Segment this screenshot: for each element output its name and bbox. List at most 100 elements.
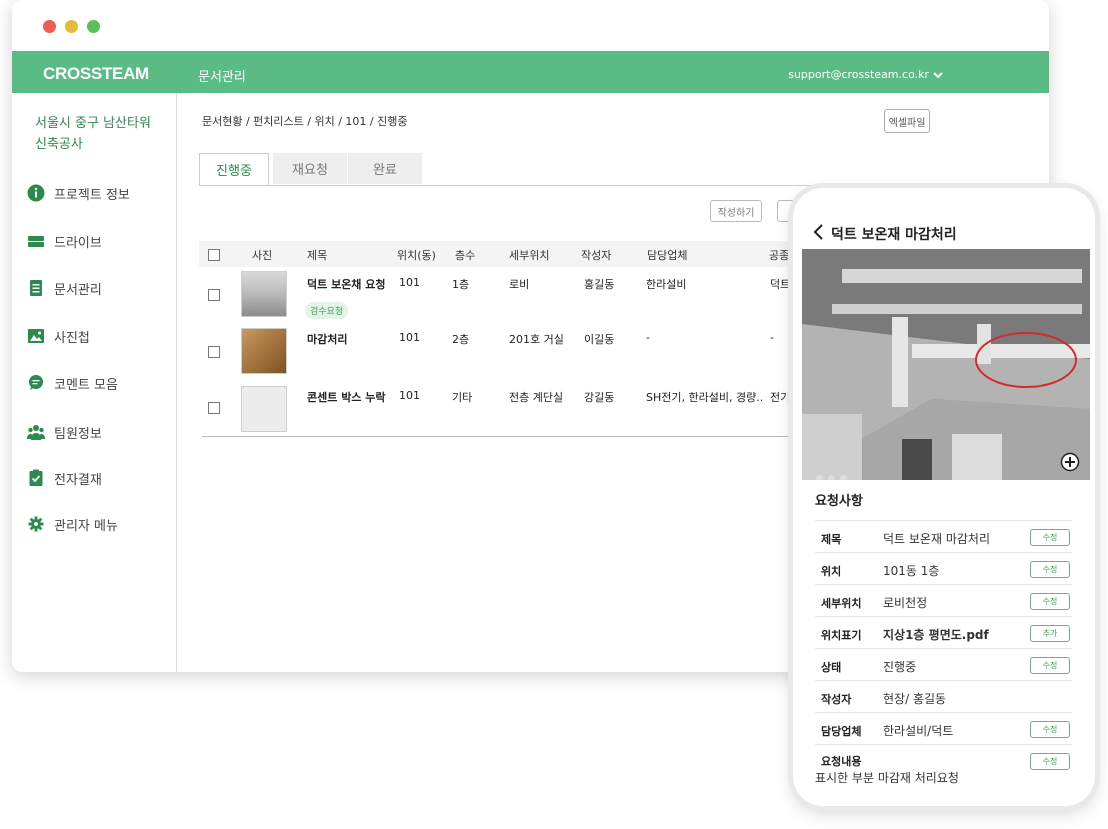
edit-button[interactable]: 수정 — [1030, 529, 1070, 546]
column-header-title[interactable]: 제목 — [307, 247, 327, 263]
detail-row-location: 위치 101동 1층 수정 — [815, 552, 1072, 585]
row-company: SH전기, 한라설비, 경량.. — [646, 391, 764, 404]
detail-label: 제목 — [821, 533, 842, 546]
sidebar: 서울시 중구 남산타워 신축공사 프로젝트 정보 드라이브 문서관리 사진첩 코… — [12, 93, 177, 672]
edit-button[interactable]: 수정 — [1030, 721, 1070, 738]
detail-label: 상태 — [821, 661, 842, 674]
sidebar-item-label: 팀원정보 — [54, 426, 102, 442]
detail-label: 작성자 — [821, 693, 852, 706]
edit-button[interactable]: 수정 — [1030, 657, 1070, 674]
row-floor: 1층 — [452, 278, 470, 291]
select-all-checkbox[interactable] — [208, 249, 220, 261]
detail-value: 101동 1층 — [883, 564, 940, 578]
request-section-title: 요청사항 — [815, 494, 863, 509]
row-floor: 2층 — [452, 333, 470, 346]
detail-value: 표시한 부분 마감재 처리요청 — [815, 771, 959, 785]
detail-label: 위치표기 — [821, 629, 862, 642]
issue-photo[interactable] — [802, 249, 1090, 480]
column-header-author[interactable]: 작성자 — [581, 247, 611, 263]
add-button[interactable]: 추가 — [1030, 625, 1070, 642]
row-detail-location: 201호 거실 — [509, 333, 564, 346]
row-checkbox[interactable] — [208, 346, 220, 358]
comment-icon — [27, 374, 45, 392]
column-header-detail-location[interactable]: 세부위치 — [509, 247, 549, 263]
row-thumbnail[interactable] — [241, 271, 287, 317]
title-bar — [12, 0, 1049, 51]
detail-label: 요청내용 — [821, 755, 862, 768]
row-dong: 101 — [399, 276, 420, 289]
detail-row-status: 상태 진행중 수정 — [815, 648, 1072, 681]
detail-row-title: 제목 덕트 보온재 마감처리 수정 — [815, 520, 1072, 553]
row-title[interactable]: 마감처리 — [307, 331, 347, 347]
chevron-down-icon[interactable] — [933, 70, 943, 80]
phone-header: 덕트 보온재 마감처리 — [793, 218, 1095, 248]
maximize-window-button[interactable] — [87, 20, 100, 33]
row-thumbnail[interactable] — [241, 328, 287, 374]
close-window-button[interactable] — [43, 20, 56, 33]
phone-title: 덕트 보온재 마감처리 — [831, 227, 957, 243]
sidebar-item-label: 문서관리 — [54, 282, 102, 298]
sidebar-item-approval[interactable]: 전자결재 — [27, 468, 102, 488]
breadcrumb[interactable]: 문서현황 / 펀치리스트 / 위치 / 101 / 진행중 — [202, 113, 407, 129]
sidebar-item-drive[interactable]: 드라이브 — [27, 231, 102, 251]
write-button[interactable]: 작성하기 — [710, 200, 762, 222]
row-checkbox[interactable] — [208, 289, 220, 301]
sidebar-item-documents[interactable]: 문서관리 — [27, 278, 102, 298]
row-detail-location: 로비 — [509, 278, 530, 291]
photo-illustration — [802, 249, 1090, 480]
tab-in-progress[interactable]: 진행중 — [199, 153, 269, 186]
detail-row-content: 요청내용 표시한 부분 마감재 처리요청 수정 — [815, 744, 1072, 793]
tab-rerequest[interactable]: 재요청 — [273, 153, 347, 184]
photo-pager[interactable] — [816, 467, 852, 480]
row-thumbnail[interactable] — [241, 386, 287, 432]
row-trade: 덕트 — [770, 278, 791, 291]
row-title[interactable]: 덕트 보온채 요청 — [307, 276, 386, 292]
column-header-floor[interactable]: 층수 — [455, 247, 475, 263]
approval-icon — [27, 469, 45, 487]
document-icon — [27, 279, 45, 297]
edit-button[interactable]: 수정 — [1030, 753, 1070, 770]
detail-label: 세부위치 — [821, 597, 862, 610]
column-header-photo: 사진 — [252, 249, 273, 262]
sidebar-item-photos[interactable]: 사진첩 — [27, 326, 90, 346]
detail-value: 한라설비/덕트 — [883, 724, 954, 738]
detail-row-detail-location: 세부위치 로비천정 수정 — [815, 584, 1072, 617]
edit-button[interactable]: 수정 — [1030, 593, 1070, 610]
row-detail-location: 전층 계단실 — [509, 391, 564, 404]
column-header-dong[interactable]: 위치(동) — [397, 247, 436, 263]
detail-row-location-mark: 위치표기 지상1층 평면도.pdf 추가 — [815, 616, 1072, 649]
row-floor: 기타 — [452, 391, 473, 404]
sidebar-item-label: 프로젝트 정보 — [54, 187, 130, 203]
tab-complete[interactable]: 완료 — [348, 153, 422, 184]
excel-download-button[interactable]: 엑셀파일 — [884, 109, 930, 133]
row-company: 한라설비 — [646, 278, 687, 291]
minimize-window-button[interactable] — [65, 20, 78, 33]
project-name-line1: 서울시 중구 남산타워 — [35, 116, 151, 131]
sidebar-item-label: 전자결재 — [54, 472, 102, 488]
row-dong: 101 — [399, 331, 420, 344]
detail-value[interactable]: 지상1층 평면도.pdf — [883, 626, 989, 643]
detail-label: 담당업체 — [821, 725, 862, 738]
gear-icon — [27, 515, 45, 533]
sidebar-item-comments[interactable]: 코멘트 모음 — [27, 373, 118, 393]
row-trade: 전기, — [770, 391, 794, 404]
row-title[interactable]: 콘센트 박스 누락 — [307, 389, 386, 405]
sidebar-item-label: 드라이브 — [54, 235, 102, 251]
sidebar-item-label: 코멘트 모음 — [54, 377, 118, 393]
photo-icon — [27, 327, 45, 345]
app-header: CROSSTEAM 문서관리 support@crossteam.co.kr — [12, 51, 1049, 93]
edit-button[interactable]: 수정 — [1030, 561, 1070, 578]
sidebar-item-admin[interactable]: 관리자 메뉴 — [27, 514, 118, 534]
project-name[interactable]: 서울시 중구 남산타워 신축공사 — [35, 113, 151, 155]
detail-row-author: 작성자 현장/ 홍길동 — [815, 680, 1072, 713]
sidebar-item-project-info[interactable]: 프로젝트 정보 — [27, 183, 130, 203]
sidebar-item-label: 관리자 메뉴 — [54, 518, 118, 534]
column-header-company[interactable]: 담당업체 — [647, 247, 687, 263]
app-logo[interactable]: CROSSTEAM — [43, 64, 149, 84]
row-author: 이길동 — [584, 333, 615, 346]
row-checkbox[interactable] — [208, 402, 220, 414]
back-arrow-icon[interactable] — [813, 224, 825, 240]
zoom-in-icon[interactable] — [1060, 452, 1080, 472]
sidebar-item-team[interactable]: 팀원정보 — [27, 422, 102, 442]
account-email[interactable]: support@crossteam.co.kr — [788, 68, 929, 81]
